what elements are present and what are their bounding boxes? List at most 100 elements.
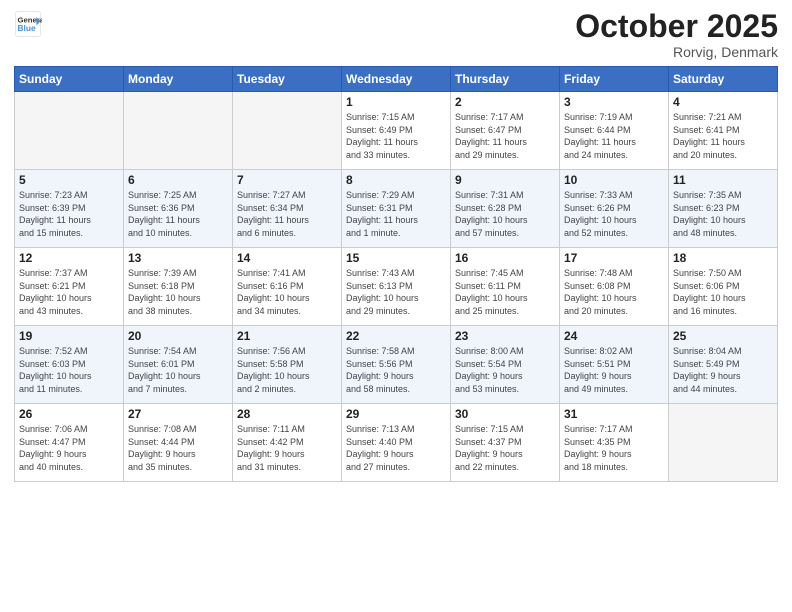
calendar-cell: 3Sunrise: 7:19 AM Sunset: 6:44 PM Daylig… <box>560 92 669 170</box>
calendar-cell: 12Sunrise: 7:37 AM Sunset: 6:21 PM Dayli… <box>15 248 124 326</box>
day-number: 31 <box>564 407 664 421</box>
calendar-cell: 29Sunrise: 7:13 AM Sunset: 4:40 PM Dayli… <box>342 404 451 482</box>
calendar-cell: 30 Sunrise: 7:15 AM Sunset: 4:37 PM Dayli… <box>451 404 560 482</box>
day-number: 26 <box>19 407 119 421</box>
day-number: 24 <box>564 329 664 343</box>
calendar-cell: 1 Sunrise: 7:15 AM Sunset: 6:49 PM Daylig… <box>342 92 451 170</box>
title-block: October 2025 Rorvig, Denmark <box>575 10 778 60</box>
day-number: 7 <box>237 173 337 187</box>
day-info: Sunrise: 7:17 AM Sunset: 4:35 PM Dayligh… <box>564 423 664 473</box>
calendar-week-1: 1 Sunrise: 7:15 AM Sunset: 6:49 PM Daylig… <box>15 92 778 170</box>
day-info: Sunrise: 8:02 AM Sunset: 5:51 PM Dayligh… <box>564 345 664 395</box>
calendar-table: Sunday Monday Tuesday Wednesday Thursday… <box>14 66 778 482</box>
day-number: 2 <box>455 95 555 109</box>
day-number: 17 <box>564 251 664 265</box>
day-number: 15 <box>346 251 446 265</box>
header: General Blue October 2025 Rorvig, Denmar… <box>14 10 778 60</box>
calendar-cell: 13 Sunrise: 7:39 AM Sunset: 6:18 PM Dayli… <box>124 248 233 326</box>
day-info: Sunrise: 7:54 AM Sunset: 6:01 PM Dayligh… <box>128 345 228 395</box>
day-info: Sunrise: 7:17 AM Sunset: 6:47 PM Dayligh… <box>455 111 555 161</box>
day-info: Sunrise: 7:45 AM Sunset: 6:11 PM Dayligh… <box>455 267 555 317</box>
day-info: Sunrise: 7:31 AM Sunset: 6:28 PM Dayligh… <box>455 189 555 239</box>
day-info: Sunrise: 7:56 AM Sunset: 5:58 PM Dayligh… <box>237 345 337 395</box>
day-info: Sunrise: 7:27 AM Sunset: 6:34 PM Dayligh… <box>237 189 337 239</box>
calendar-cell <box>15 92 124 170</box>
day-info: Sunrise: 7:50 AM Sunset: 6:06 PM Dayligh… <box>673 267 773 317</box>
day-info: Sunrise: 7:29 AM Sunset: 6:31 PM Dayligh… <box>346 189 446 239</box>
calendar-cell: 4 Sunrise: 7:21 AM Sunset: 6:41 PM Daylig… <box>669 92 778 170</box>
day-number: 22 <box>346 329 446 343</box>
day-number: 10 <box>564 173 664 187</box>
day-info: Sunrise: 7:33 AM Sunset: 6:26 PM Dayligh… <box>564 189 664 239</box>
day-number: 27 <box>128 407 228 421</box>
calendar-week-5: 26 Sunrise: 7:06 AM Sunset: 4:47 PM Dayli… <box>15 404 778 482</box>
day-info: Sunrise: 7:13 AM Sunset: 4:40 PM Dayligh… <box>346 423 446 473</box>
day-info: Sunrise: 7:48 AM Sunset: 6:08 PM Dayligh… <box>564 267 664 317</box>
location: Rorvig, Denmark <box>575 44 778 60</box>
logo-icon: General Blue <box>14 10 42 38</box>
header-saturday: Saturday <box>669 67 778 92</box>
day-number: 4 <box>673 95 773 109</box>
calendar-cell: 24 Sunrise: 8:02 AM Sunset: 5:51 PM Dayli… <box>560 326 669 404</box>
day-info: Sunrise: 7:15 AM Sunset: 6:49 PM Dayligh… <box>346 111 446 161</box>
day-info: Sunrise: 8:04 AM Sunset: 5:49 PM Dayligh… <box>673 345 773 395</box>
day-info: Sunrise: 7:39 AM Sunset: 6:18 PM Dayligh… <box>128 267 228 317</box>
header-monday: Monday <box>124 67 233 92</box>
day-number: 14 <box>237 251 337 265</box>
day-number: 23 <box>455 329 555 343</box>
day-info: Sunrise: 7:21 AM Sunset: 6:41 PM Dayligh… <box>673 111 773 161</box>
day-info: Sunrise: 7:52 AM Sunset: 6:03 PM Dayligh… <box>19 345 119 395</box>
calendar-cell: 17 Sunrise: 7:48 AM Sunset: 6:08 PM Dayli… <box>560 248 669 326</box>
calendar-cell: 8 Sunrise: 7:29 AM Sunset: 6:31 PM Daylig… <box>342 170 451 248</box>
calendar-cell: 11Sunrise: 7:35 AM Sunset: 6:23 PM Dayli… <box>669 170 778 248</box>
day-number: 19 <box>19 329 119 343</box>
month-title: October 2025 <box>575 10 778 42</box>
calendar-cell <box>669 404 778 482</box>
calendar-week-3: 12Sunrise: 7:37 AM Sunset: 6:21 PM Dayli… <box>15 248 778 326</box>
page: General Blue October 2025 Rorvig, Denmar… <box>0 0 792 612</box>
day-number: 9 <box>455 173 555 187</box>
day-info: Sunrise: 7:15 AM Sunset: 4:37 PM Dayligh… <box>455 423 555 473</box>
calendar-cell: 31 Sunrise: 7:17 AM Sunset: 4:35 PM Dayli… <box>560 404 669 482</box>
calendar-week-2: 5Sunrise: 7:23 AM Sunset: 6:39 PM Daylig… <box>15 170 778 248</box>
header-sunday: Sunday <box>15 67 124 92</box>
logo: General Blue <box>14 10 42 38</box>
day-number: 16 <box>455 251 555 265</box>
day-info: Sunrise: 7:06 AM Sunset: 4:47 PM Dayligh… <box>19 423 119 473</box>
day-number: 11 <box>673 173 773 187</box>
day-info: Sunrise: 7:41 AM Sunset: 6:16 PM Dayligh… <box>237 267 337 317</box>
header-wednesday: Wednesday <box>342 67 451 92</box>
calendar-cell: 2 Sunrise: 7:17 AM Sunset: 6:47 PM Daylig… <box>451 92 560 170</box>
day-number: 30 <box>455 407 555 421</box>
day-info: Sunrise: 7:37 AM Sunset: 6:21 PM Dayligh… <box>19 267 119 317</box>
day-number: 13 <box>128 251 228 265</box>
calendar-cell: 14 Sunrise: 7:41 AM Sunset: 6:16 PM Dayli… <box>233 248 342 326</box>
calendar-cell <box>124 92 233 170</box>
day-number: 25 <box>673 329 773 343</box>
calendar-cell: 6Sunrise: 7:25 AM Sunset: 6:36 PM Daylig… <box>124 170 233 248</box>
header-tuesday: Tuesday <box>233 67 342 92</box>
day-info: Sunrise: 7:08 AM Sunset: 4:44 PM Dayligh… <box>128 423 228 473</box>
weekday-header-row: Sunday Monday Tuesday Wednesday Thursday… <box>15 67 778 92</box>
calendar-cell <box>233 92 342 170</box>
day-info: Sunrise: 7:58 AM Sunset: 5:56 PM Dayligh… <box>346 345 446 395</box>
day-number: 8 <box>346 173 446 187</box>
calendar-cell: 27 Sunrise: 7:08 AM Sunset: 4:44 PM Dayli… <box>124 404 233 482</box>
header-thursday: Thursday <box>451 67 560 92</box>
day-number: 5 <box>19 173 119 187</box>
calendar-cell: 9 Sunrise: 7:31 AM Sunset: 6:28 PM Daylig… <box>451 170 560 248</box>
calendar-cell: 23Sunrise: 8:00 AM Sunset: 5:54 PM Dayli… <box>451 326 560 404</box>
calendar-cell: 18Sunrise: 7:50 AM Sunset: 6:06 PM Dayli… <box>669 248 778 326</box>
day-number: 20 <box>128 329 228 343</box>
calendar-cell: 26 Sunrise: 7:06 AM Sunset: 4:47 PM Dayli… <box>15 404 124 482</box>
svg-text:Blue: Blue <box>18 23 36 33</box>
day-number: 3 <box>564 95 664 109</box>
day-number: 1 <box>346 95 446 109</box>
calendar-cell: 10 Sunrise: 7:33 AM Sunset: 6:26 PM Dayli… <box>560 170 669 248</box>
calendar-cell: 7 Sunrise: 7:27 AM Sunset: 6:34 PM Daylig… <box>233 170 342 248</box>
calendar-cell: 25 Sunrise: 8:04 AM Sunset: 5:49 PM Dayli… <box>669 326 778 404</box>
day-number: 6 <box>128 173 228 187</box>
header-friday: Friday <box>560 67 669 92</box>
day-info: Sunrise: 7:11 AM Sunset: 4:42 PM Dayligh… <box>237 423 337 473</box>
day-number: 21 <box>237 329 337 343</box>
